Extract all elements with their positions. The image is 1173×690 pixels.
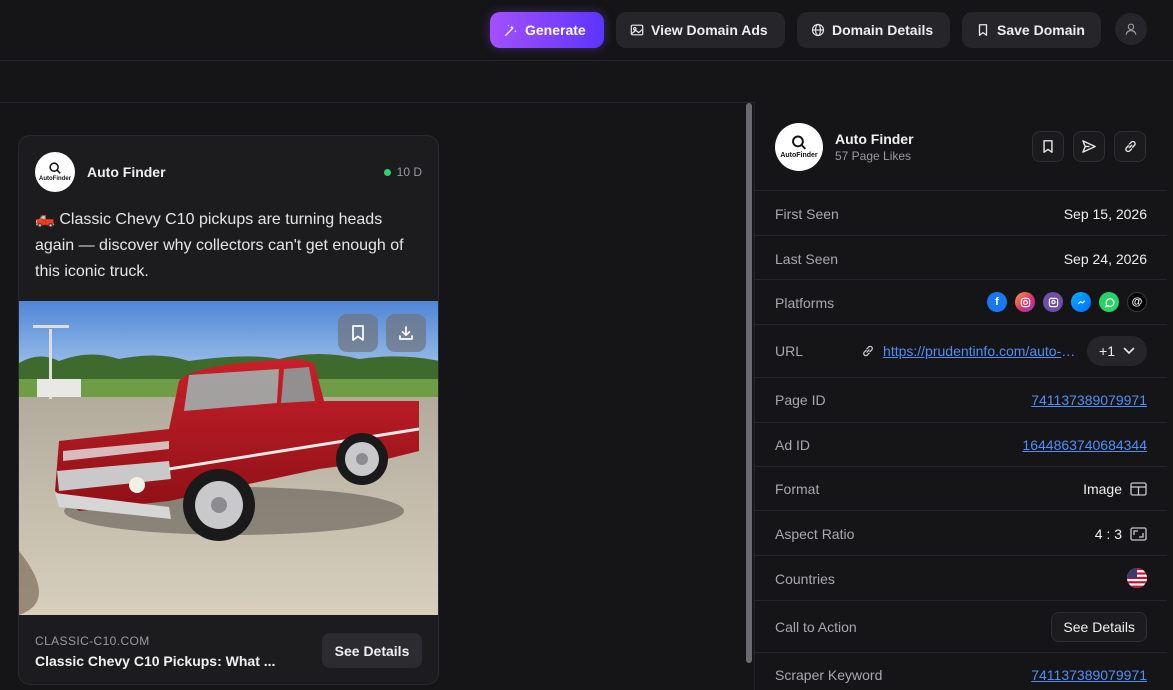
format-value: Image [1083,481,1147,497]
row-last-seen: Last Seen Sep 24, 2026 [755,236,1167,280]
more-urls-count: +1 [1099,343,1115,359]
last-seen-value: Sep 24, 2026 [1063,251,1147,267]
user-avatar-button[interactable] [1115,13,1147,45]
brand-logo-text: AutoFinder [39,176,71,182]
facebook-icon: f [987,292,1007,312]
ad-image[interactable] [19,301,438,615]
scraper-keyword-label: Scraper Keyword [775,667,883,683]
link-icon [863,345,873,357]
aspect-ratio-label: Aspect Ratio [775,526,855,542]
generate-button[interactable]: Generate [490,12,604,48]
panel-header: AutoFinder Auto Finder 57 Page Likes [755,103,1167,191]
panel-send-button[interactable] [1073,131,1105,162]
row-url: URL https://prudentinfo.com/auto-finder … [755,325,1167,378]
view-domain-ads-label: View Domain Ads [651,22,768,38]
magnifier-car-icon [49,162,61,174]
magic-wand-icon [505,24,517,36]
aspect-ratio-text: 4 : 3 [1094,526,1122,542]
top-bar: Generate View Domain Ads Domain Details … [0,0,1173,61]
generate-label: Generate [525,22,586,38]
panel-link-button[interactable] [1114,131,1146,162]
cta-label: Call to Action [775,619,857,635]
aspect-ratio-icon [1130,527,1147,541]
url-link[interactable]: https://prudentinfo.com/auto-finder [883,343,1079,359]
row-scraper-keyword: Scraper Keyword 741137389079971 [755,653,1167,690]
ad-domain: CLASSIC-C10.COM [35,634,150,648]
ad-card[interactable]: AutoFinder Auto Finder 10 D 🛻 Classic Ch… [18,135,439,685]
countries-value [1127,568,1147,588]
page-id-label: Page ID [775,392,826,408]
panel-bookmark-button[interactable] [1032,131,1064,162]
platform-icons: f @ [987,292,1147,312]
ad-id-link[interactable]: 1644863740684344 [1022,437,1147,453]
scraper-keyword-link[interactable]: 741137389079971 [1031,667,1147,683]
ad-body-text: 🛻 Classic Chevy C10 pickups are turning … [35,207,405,285]
format-text: Image [1083,481,1122,497]
domain-details-button[interactable]: Domain Details [797,12,950,48]
active-status-dot [383,168,391,176]
row-ad-id: Ad ID 1644863740684344 [755,423,1167,467]
row-first-seen: First Seen Sep 15, 2026 [755,191,1167,236]
send-icon [1082,140,1096,153]
more-urls-button[interactable]: +1 [1087,336,1147,366]
first-seen-value: Sep 15, 2026 [1063,206,1147,222]
brand-logo: AutoFinder [35,152,75,192]
ad-age-label: 10 D [396,165,422,179]
cta-value: See Details [1051,612,1147,642]
bookmark-icon [1043,140,1053,153]
row-platforms: Platforms f @ [755,280,1167,325]
threads-icon: @ [1127,292,1147,312]
panel-brand-logo: AutoFinder [775,123,823,171]
magnifier-car-icon [792,135,807,150]
panel-brand-name: Auto Finder [835,131,914,147]
platforms-label: Platforms [775,295,835,311]
whatsapp-icon [1099,292,1119,312]
last-seen-label: Last Seen [775,251,839,267]
row-countries: Countries [755,556,1167,601]
us-flag-icon [1127,568,1147,588]
save-domain-button[interactable]: Save Domain [962,12,1101,48]
scrollbar-thumb[interactable] [746,103,752,663]
download-icon [399,326,413,340]
instagram-icon [1015,292,1035,312]
countries-label: Countries [775,571,835,587]
image-bookmark-button[interactable] [338,314,378,352]
row-call-to-action: Call to Action See Details [755,601,1167,653]
aspect-ratio-value: 4 : 3 [1095,526,1147,542]
domain-details-label: Domain Details [832,22,934,38]
view-domain-ads-button[interactable]: View Domain Ads [616,12,785,48]
globe-icon [811,23,825,37]
image-icon [630,24,644,36]
see-details-button[interactable]: See Details [322,633,422,668]
bookmark-icon [978,24,988,36]
cta-pill: See Details [1051,612,1147,642]
bookmark-icon [352,325,364,341]
url-label: URL [775,343,804,359]
pickup-truck-emoji: 🛻 [35,211,55,228]
ad-id-label: Ad ID [775,437,811,453]
ad-body-copy: Classic Chevy C10 pickups are turning he… [35,211,404,280]
url-value: https://prudentinfo.com/auto-finder +1 [861,336,1147,366]
ad-brand-name: Auto Finder [87,164,166,180]
page-id-link[interactable]: 741137389079971 [1031,392,1147,408]
row-aspect-ratio: Aspect Ratio 4 : 3 [755,511,1167,556]
ad-details-panel: AutoFinder Auto Finder 57 Page Likes Fir… [754,103,1167,690]
panel-logo-text: AutoFinder [780,152,818,159]
row-page-id: Page ID 741137389079971 [755,378,1167,423]
user-icon [1125,23,1137,35]
image-download-button[interactable] [386,314,426,352]
first-seen-label: First Seen [775,206,839,222]
save-domain-label: Save Domain [997,22,1085,38]
audience-network-icon [1043,292,1063,312]
header-divider [0,102,755,103]
row-format: Format Image [755,467,1167,511]
chevron-down-icon [1123,347,1135,355]
ad-headline: Classic Chevy C10 Pickups: What ... [35,653,276,669]
page-likes: 57 Page Likes [835,149,912,163]
image-format-icon [1130,482,1147,496]
messenger-icon [1071,292,1091,312]
format-label: Format [775,481,820,497]
ad-age: 10 D [383,165,422,179]
link-icon [1124,140,1136,153]
